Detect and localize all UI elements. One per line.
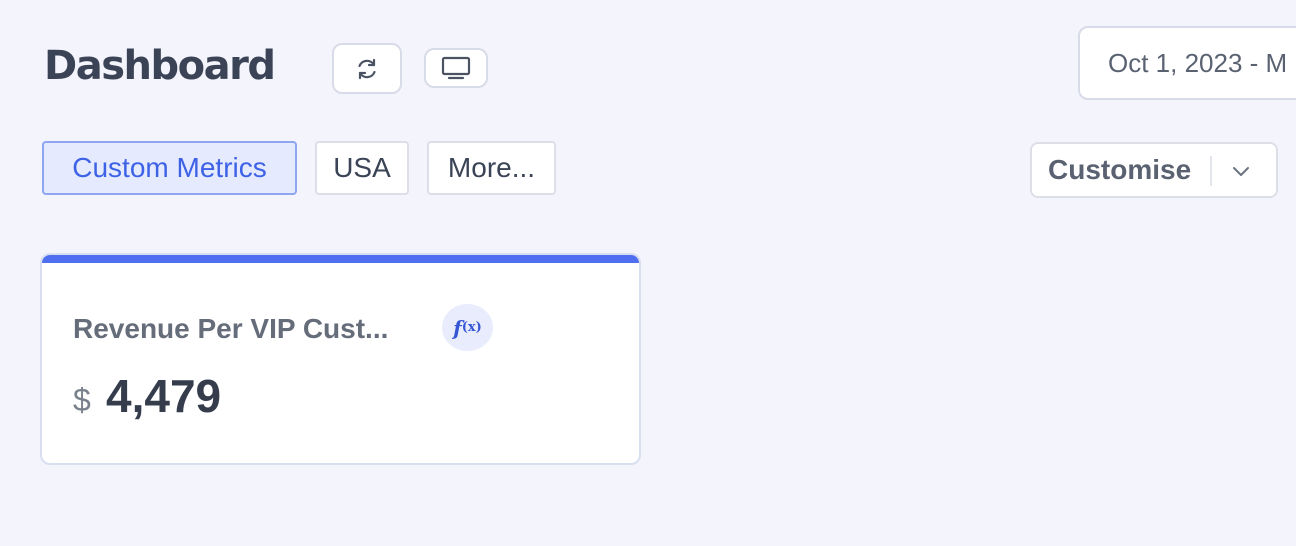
customise-dropdown[interactable]: Customise — [1030, 142, 1278, 198]
function-icon-x: (x) — [461, 320, 482, 335]
filter-chip-custom-metrics[interactable]: Custom Metrics — [42, 141, 297, 195]
metric-card[interactable]: Revenue Per VIP Cust... f (x) $ 4,479 — [40, 253, 641, 465]
page-title: Dashboard — [44, 43, 276, 89]
customise-divider — [1210, 156, 1212, 186]
refresh-icon — [358, 58, 376, 79]
chevron-down-icon[interactable] — [1230, 160, 1252, 182]
customise-label: Customise — [1048, 154, 1192, 185]
function-icon: f (x) — [442, 304, 493, 351]
card-accent-bar — [42, 255, 639, 263]
metric-value: 4,479 — [106, 370, 222, 422]
filter-chip-more[interactable]: More... — [427, 141, 556, 195]
date-range-picker[interactable]: Oct 1, 2023 - M — [1078, 26, 1296, 100]
monitor-icon — [441, 56, 471, 80]
function-icon-f: f — [453, 315, 462, 340]
metric-currency: $ — [73, 382, 91, 418]
refresh-button[interactable] — [332, 43, 402, 94]
filter-chip-usa[interactable]: USA — [315, 141, 409, 195]
tv-mode-button[interactable] — [424, 48, 488, 88]
metric-title: Revenue Per VIP Cust... — [73, 313, 389, 344]
